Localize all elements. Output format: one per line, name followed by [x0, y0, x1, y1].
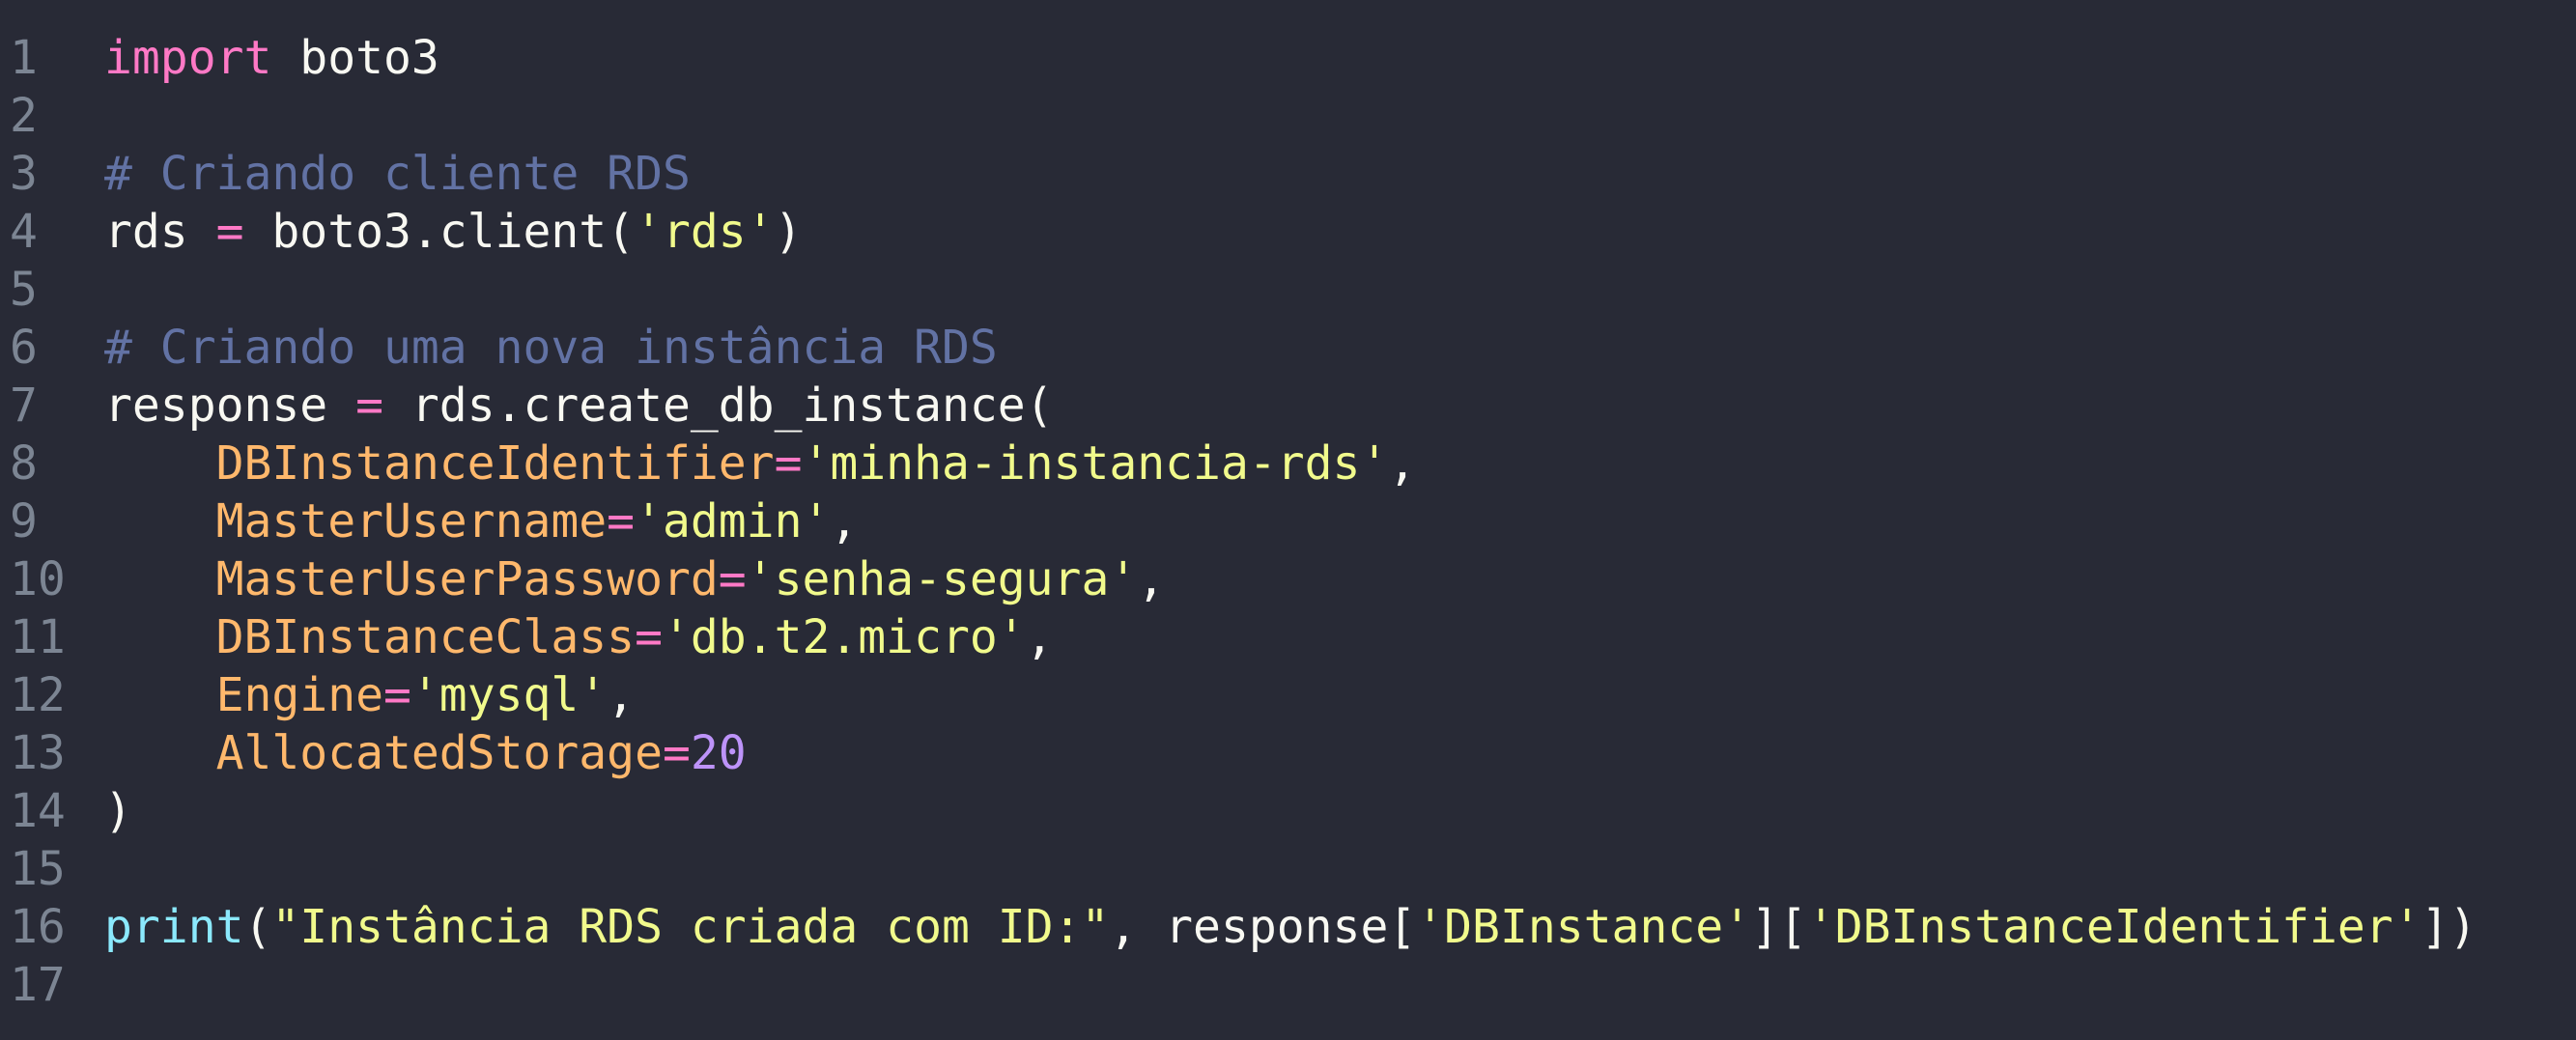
code-line[interactable]: 13 AllocatedStorage=20 — [0, 724, 2576, 782]
line-number: 5 — [10, 263, 38, 317]
code-text: DBInstanceClass='db.t2.micro', — [104, 608, 1054, 666]
code-token-string: 'admin' — [635, 494, 831, 548]
code-line[interactable]: 5 — [0, 261, 2576, 319]
code-text: DBInstanceIdentifier='minha-instancia-rd… — [104, 435, 1417, 492]
code-text: print("Instância RDS criada com ID:", re… — [104, 898, 2477, 956]
line-number: 13 — [10, 726, 66, 780]
code-text: response = rds.create_db_instance( — [104, 377, 1054, 435]
code-line[interactable]: 8 DBInstanceIdentifier='minha-instancia-… — [0, 435, 2576, 492]
code-token-string: 'senha-segura' — [746, 552, 1138, 606]
code-line[interactable]: 11 DBInstanceClass='db.t2.micro', — [0, 608, 2576, 666]
code-token-plain: ][ — [1751, 900, 1807, 954]
code-token-string: "Instância RDS criada com ID:" — [271, 900, 1110, 954]
code-line[interactable]: 1 import boto3 — [0, 29, 2576, 87]
code-token-number: 20 — [690, 726, 747, 780]
code-token-plain: response — [104, 379, 356, 433]
code-token-plain: rds.create_db_instance( — [383, 379, 1054, 433]
code-token-comment: # Criando cliente RDS — [104, 147, 691, 201]
code-token-operator: = — [215, 205, 244, 259]
code-token-string: 'DBInstanceIdentifier' — [1806, 900, 2421, 954]
code-token-comment: # Criando uma nova instância RDS — [104, 321, 998, 375]
code-token-param: AllocatedStorage — [215, 726, 663, 780]
code-token-param: MasterUsername — [215, 494, 608, 548]
code-line[interactable]: 15 — [0, 840, 2576, 898]
code-token-param: DBInstanceClass — [215, 610, 636, 664]
code-text: MasterUserPassword='senha-segura', — [104, 550, 1166, 608]
code-editor[interactable]: 1 import boto3 2 3 # Criando cliente RDS 4 rds… — [0, 0, 2576, 1040]
code-token-operator: = — [607, 494, 636, 548]
code-line[interactable]: 12 Engine='mysql', — [0, 666, 2576, 724]
code-token-builtin: print — [104, 900, 244, 954]
line-number: 6 — [10, 321, 38, 375]
code-token-plain: , — [607, 668, 636, 722]
code-token-param: Engine — [215, 668, 383, 722]
code-token-operator: = — [774, 436, 803, 491]
code-token-string: 'rds' — [635, 205, 775, 259]
line-number: 17 — [10, 958, 66, 1012]
code-text: # Criando uma nova instância RDS — [104, 319, 998, 377]
code-line[interactable]: 9 MasterUsername='admin', — [0, 492, 2576, 550]
code-line[interactable]: 7 response = rds.create_db_instance( — [0, 377, 2576, 435]
code-token-plain: , response[ — [1109, 900, 1417, 954]
line-number: 11 — [10, 610, 66, 664]
code-token-plain: ) — [774, 205, 803, 259]
code-text: Engine='mysql', — [104, 666, 636, 724]
code-token-param: DBInstanceIdentifier — [215, 436, 775, 491]
line-number: 16 — [10, 900, 66, 954]
line-number: 8 — [10, 436, 38, 491]
code-token-operator: = — [635, 610, 663, 664]
code-token-plain: boto3 — [271, 31, 439, 85]
code-line[interactable]: 14) — [0, 782, 2576, 840]
code-text: rds = boto3.client('rds') — [104, 203, 802, 261]
code-token-string: 'db.t2.micro' — [662, 610, 1026, 664]
code-token-operator: = — [355, 379, 383, 433]
code-token-plain: , — [1137, 552, 1166, 606]
code-text: # Criando cliente RDS — [104, 145, 691, 203]
code-line[interactable]: 10 MasterUserPassword='senha-segura', — [0, 550, 2576, 608]
code-token-string: 'DBInstance' — [1416, 900, 1752, 954]
code-token-operator: = — [662, 726, 691, 780]
code-line[interactable]: 2 — [0, 87, 2576, 145]
code-token-keyword: import — [104, 31, 272, 85]
code-token-plain: boto3.client( — [243, 205, 636, 259]
line-number: 15 — [10, 842, 66, 896]
code-token-plain: , — [830, 494, 859, 548]
line-number: 14 — [10, 784, 66, 838]
code-token-string: 'mysql' — [410, 668, 608, 722]
code-line[interactable]: 6 # Criando uma nova instância RDS — [0, 319, 2576, 377]
line-number: 3 — [10, 147, 38, 201]
line-number: 12 — [10, 668, 66, 722]
code-token-plain: rds — [104, 205, 216, 259]
code-line[interactable]: 16 print("Instância RDS criada com ID:", … — [0, 898, 2576, 956]
code-token-plain: , — [1388, 436, 1417, 491]
line-number: 9 — [10, 494, 38, 548]
line-number: 2 — [10, 89, 38, 143]
code-token-string: 'minha-instancia-rds' — [802, 436, 1389, 491]
line-number: 4 — [10, 205, 38, 259]
code-token-plain: ]) — [2420, 900, 2477, 954]
code-text: AllocatedStorage=20 — [104, 724, 747, 782]
code-line[interactable]: 3 # Criando cliente RDS — [0, 145, 2576, 203]
code-token-param: MasterUserPassword — [215, 552, 719, 606]
code-token-plain: , — [1025, 610, 1054, 664]
line-number: 7 — [10, 379, 38, 433]
line-number: 1 — [10, 31, 38, 85]
code-text: MasterUsername='admin', — [104, 492, 859, 550]
code-token-operator: = — [382, 668, 411, 722]
code-token-operator: = — [718, 552, 747, 606]
code-token-plain: ) — [104, 784, 132, 838]
code-text: import boto3 — [104, 29, 439, 87]
line-number: 10 — [10, 552, 66, 606]
code-token-plain: ( — [243, 900, 272, 954]
code-text: ) — [104, 782, 132, 840]
code-line[interactable]: 4 rds = boto3.client('rds') — [0, 203, 2576, 261]
code-line[interactable]: 17 — [0, 956, 2576, 1014]
